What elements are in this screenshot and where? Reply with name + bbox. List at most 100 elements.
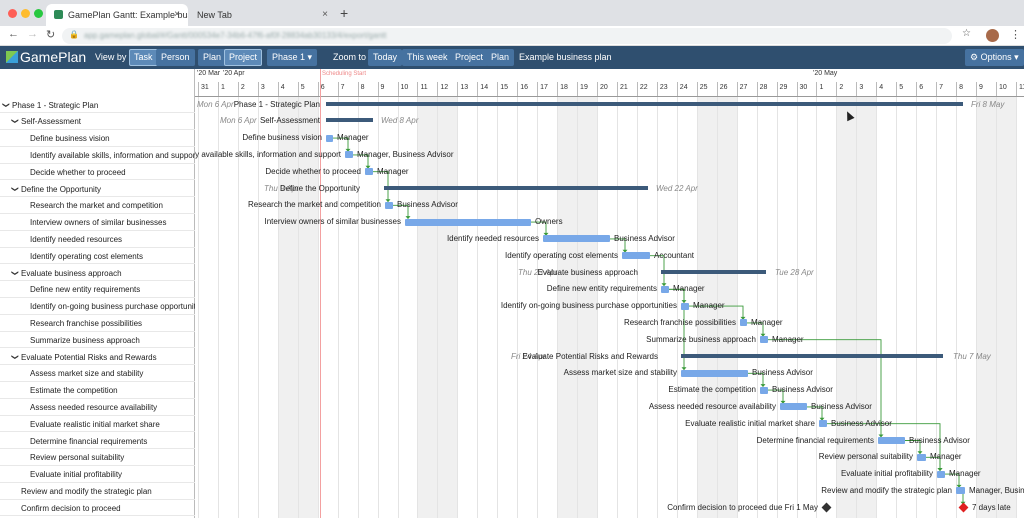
summary-end-date: Wed 22 Apr <box>656 183 698 193</box>
task-row[interactable]: Review personal suitability <box>0 449 195 467</box>
zoom-this-week-button[interactable]: This week <box>402 49 453 66</box>
task-row[interactable]: Identify available skills, information a… <box>0 147 195 164</box>
options-button[interactable]: ⚙ Options ▾ <box>965 49 1024 66</box>
task-row[interactable]: Define new entity requirements <box>0 281 195 299</box>
browser-tab-strip: GamePlan Gantt: Example busi × New Tab ×… <box>0 0 1024 26</box>
task-row[interactable]: Define business vision <box>0 130 195 147</box>
task-row-label: Decide whether to proceed <box>30 167 126 177</box>
task-row[interactable]: Confirm decision to proceed <box>0 500 195 517</box>
summary-bar[interactable] <box>326 101 963 106</box>
task-row[interactable]: ❯ Evaluate Potential Risks and Rewards <box>0 349 195 366</box>
expand-chevron-icon[interactable]: ❯ <box>11 270 19 276</box>
view-by-task-button[interactable]: Task <box>129 49 158 66</box>
task-bar[interactable] <box>780 403 807 411</box>
task-row-label: Evaluate realistic initial market share <box>30 419 160 429</box>
summary-end-date: Tue 28 Apr <box>775 267 814 277</box>
close-tab-icon[interactable]: × <box>174 9 180 20</box>
task-row[interactable]: Decide whether to proceed <box>0 164 195 181</box>
task-bar[interactable] <box>819 420 827 428</box>
reload-icon[interactable]: ↻ <box>46 28 55 41</box>
task-bar[interactable] <box>956 487 965 495</box>
summary-bar[interactable] <box>384 185 648 190</box>
task-row[interactable]: Assess market size and stability <box>0 365 195 383</box>
task-bar[interactable] <box>917 453 926 461</box>
minimize-window-icon[interactable] <box>21 9 30 18</box>
task-row[interactable]: Identify operating cost elements <box>0 248 195 265</box>
task-row[interactable]: Determine financial requirements <box>0 433 195 450</box>
task-row[interactable]: ❯ Phase 1 - Strategic Plan <box>0 97 195 114</box>
gameplan-logo-icon <box>6 51 18 63</box>
tab-title: New Tab <box>197 10 232 20</box>
task-name: Assess needed resource availability <box>648 401 776 411</box>
task-resource: Business Advisor <box>397 200 458 210</box>
profile-avatar[interactable] <box>986 29 999 42</box>
task-row[interactable]: ❯ Self-Assessment <box>0 113 195 131</box>
forward-icon[interactable]: → <box>27 28 38 40</box>
zoom-plan-button[interactable]: Plan <box>486 49 515 66</box>
task-row[interactable]: ❯ Define the Opportunity <box>0 181 195 198</box>
summary-name: Evaluate business approach <box>537 267 638 277</box>
task-name: Decide whether to proceed <box>265 166 361 176</box>
task-row-label: Assess market size and stability <box>30 369 144 379</box>
expand-chevron-icon[interactable]: ❯ <box>11 186 19 192</box>
task-bar[interactable] <box>760 336 768 344</box>
plan-button[interactable]: Plan <box>198 49 227 66</box>
close-window-icon[interactable] <box>8 9 17 18</box>
task-row-label: Interview owners of similar businesses <box>30 218 167 228</box>
task-row[interactable]: Research franchise possibilities <box>0 315 195 332</box>
task-row[interactable]: Research the market and competition <box>0 197 195 215</box>
task-name: Interview owners of similar businesses <box>264 217 402 227</box>
task-name: Determine financial requirements <box>756 435 874 445</box>
expand-chevron-icon[interactable]: ❯ <box>11 118 19 124</box>
close-tab-icon[interactable]: × <box>322 9 328 20</box>
task-bar[interactable] <box>405 218 531 226</box>
task-resource: Business Advisor <box>811 401 872 411</box>
task-bar[interactable] <box>760 386 768 394</box>
expand-chevron-icon[interactable]: ❯ <box>2 102 10 108</box>
task-bar[interactable] <box>543 235 610 243</box>
task-row[interactable]: Review and modify the strategic plan <box>0 483 195 500</box>
task-bar[interactable] <box>740 319 747 327</box>
task-bar[interactable] <box>326 134 333 142</box>
summary-bar[interactable] <box>681 353 943 358</box>
new-tab-button[interactable]: + <box>340 5 348 21</box>
task-row[interactable]: ❯ Evaluate business approach <box>0 265 195 282</box>
task-row-label: Estimate the competition <box>30 386 118 396</box>
zoom-project-button[interactable]: Project <box>450 49 489 66</box>
task-bar[interactable] <box>661 285 669 293</box>
view-by-label: View by <box>95 52 127 62</box>
task-row[interactable]: Identify needed resources <box>0 231 195 248</box>
task-bar[interactable] <box>365 168 373 176</box>
phase-select[interactable]: Phase 1 ▾ <box>267 49 318 66</box>
task-row[interactable]: Interview owners of similar businesses <box>0 214 195 231</box>
task-row[interactable]: Summarize business approach <box>0 332 195 349</box>
task-bar[interactable] <box>937 470 945 478</box>
summary-bar[interactable] <box>661 269 766 274</box>
task-name: Identify available skills, information a… <box>195 149 341 159</box>
view-by-person-button[interactable]: Person <box>156 49 195 66</box>
task-row[interactable]: Identify on-going business purchase oppo… <box>0 298 195 315</box>
task-bar[interactable] <box>681 369 748 377</box>
zoom-today-button[interactable]: Today <box>368 49 403 66</box>
project-button[interactable]: Project <box>224 49 263 66</box>
task-bar[interactable] <box>345 151 353 159</box>
expand-chevron-icon[interactable]: ❯ <box>11 354 19 360</box>
back-icon[interactable]: ← <box>8 28 19 40</box>
summary-bar[interactable] <box>326 118 373 123</box>
task-row-label: Evaluate business approach <box>21 268 122 278</box>
browser-menu-icon[interactable]: ⋮ <box>1010 28 1021 41</box>
task-row-label: Research franchise possibilities <box>30 318 143 328</box>
task-bar[interactable] <box>622 252 650 260</box>
task-row[interactable]: Assess needed resource availability <box>0 399 195 416</box>
task-row[interactable]: Evaluate initial profitability <box>0 466 195 483</box>
task-bar[interactable] <box>385 201 393 209</box>
task-row[interactable]: Estimate the competition <box>0 382 195 399</box>
task-resource: Manager <box>337 133 369 143</box>
maximize-window-icon[interactable] <box>34 9 43 18</box>
bookmark-star-icon[interactable]: ☆ <box>962 28 971 39</box>
browser-tab-new[interactable]: New Tab × <box>188 4 336 26</box>
browser-tab-gameplan[interactable]: GamePlan Gantt: Example busi × <box>46 4 188 26</box>
task-bar[interactable] <box>681 302 689 310</box>
task-row[interactable]: Evaluate realistic initial market share <box>0 416 195 433</box>
task-bar[interactable] <box>878 437 905 444</box>
